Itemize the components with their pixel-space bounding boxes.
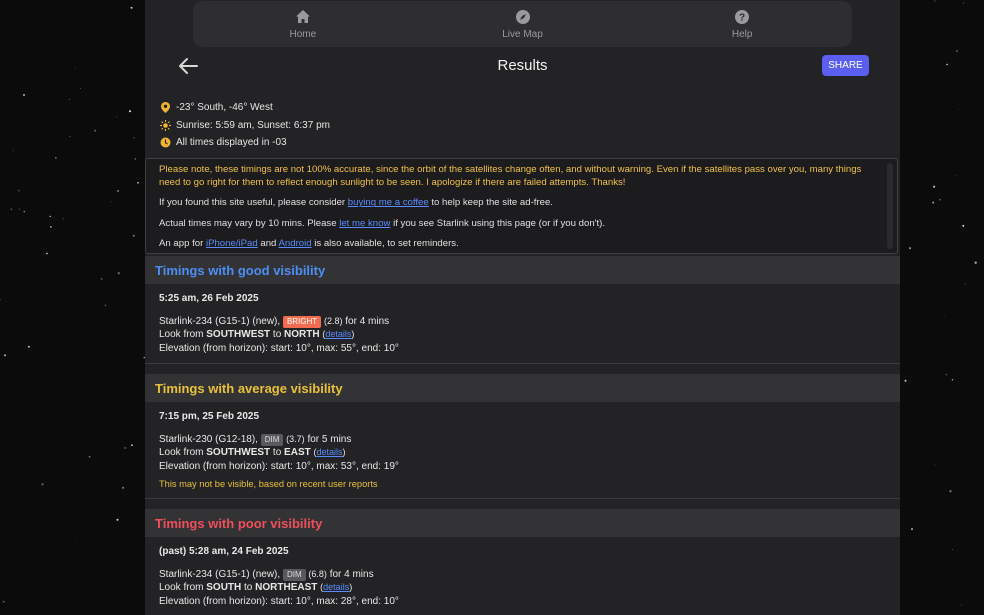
coffee-post: to help keep the site ad-free. (428, 197, 553, 209)
pass-satellite-line: Starlink-230 (G12-18), DIM (3.7) for 5 m… (159, 433, 399, 447)
duration: for 4 mins (329, 568, 374, 580)
look-from-label: Look from (159, 447, 207, 458)
direction-to: EAST (284, 447, 311, 458)
direction-from: SOUTH (206, 582, 242, 593)
dim-badge: DIM (282, 568, 306, 581)
pass-elevation: Elevation (from horizon): start: 10°, ma… (159, 460, 399, 472)
sun-row: Sunrise: 5:59 am, Sunset: 6:37 pm (160, 117, 330, 135)
timezone-text: All times displayed in -03 (176, 137, 287, 149)
details-link[interactable]: details (325, 329, 351, 339)
duration: for 4 mins (345, 315, 390, 327)
location-text: -23° South, -46° West (176, 102, 273, 114)
app-mid: and (257, 237, 279, 249)
coffee-pre: If you found this site useful, please co… (159, 197, 348, 209)
pass-card-poor: (past) 5:28 am, 24 Feb 2025 Starlink-234… (159, 545, 399, 608)
satellite-name: Starlink-234 (G15-1) (new), (159, 568, 281, 580)
pass-time: (past) 5:28 am, 24 Feb 2025 (159, 546, 289, 557)
section-divider (145, 363, 900, 364)
page-title: Results (497, 57, 548, 74)
nav-home-label: Home (289, 28, 317, 40)
pass-direction-line: Look from SOUTH to NORTHEAST (details) (159, 582, 353, 593)
good-visibility-heading: Timings with good visibility (145, 256, 900, 284)
magnitude: (6.8) (308, 568, 327, 579)
pass-direction-line: Look from SOUTHWEST to NORTH (details) (159, 329, 355, 340)
pass-time: 5:25 am, 26 Feb 2025 (159, 293, 259, 304)
nav-live-map-label: Live Map (502, 28, 543, 40)
to-label: to (270, 329, 285, 340)
nav-live-map[interactable]: Live Map (413, 9, 633, 40)
details-link[interactable]: details (317, 447, 343, 457)
user-report-note: This may not be visible, based on recent… (159, 479, 378, 489)
poor-visibility-heading: Timings with poor visibility (145, 509, 900, 537)
pass-satellite-line: Starlink-234 (G15-1) (new), BRIGHT (2.8)… (159, 315, 399, 329)
app-line: An app for iPhone/iPad and Android is al… (159, 237, 884, 250)
satellite-name: Starlink-234 (G15-1) (new), (159, 315, 281, 327)
pass-satellite-line: Starlink-234 (G15-1) (new), DIM (6.8) fo… (159, 568, 399, 582)
magnitude: (3.7) (286, 433, 305, 444)
average-visibility-heading: Timings with average visibility (145, 374, 900, 402)
compass-icon (515, 9, 530, 24)
timezone-row: All times displayed in -03 (160, 134, 330, 152)
vary-line: Actual times may vary by 10 mins. Please… (159, 217, 884, 230)
accuracy-warning: Please note, these timings are not 100% … (159, 164, 862, 189)
let-me-know-link[interactable]: let me know (339, 218, 390, 229)
location-row: -23° South, -46° West (160, 99, 330, 117)
buy-coffee-link[interactable]: buying me a coffee (348, 197, 429, 208)
duration: for 5 mins (307, 433, 352, 445)
bright-badge: BRIGHT (282, 315, 322, 328)
top-nav: Home Live Map ? Help (193, 1, 852, 47)
vary-pre: Actual times may vary by 10 mins. Please (159, 217, 340, 229)
location-pin-icon (160, 102, 171, 114)
results-page: Home Live Map ? Help Results SHARE -23° … (145, 0, 900, 615)
clock-icon (160, 137, 171, 148)
direction-from: SOUTHWEST (206, 329, 271, 340)
direction-to: NORTH (284, 329, 320, 340)
magnitude: (2.8) (323, 315, 343, 326)
sun-times-text: Sunrise: 5:59 am, Sunset: 6:37 pm (176, 119, 330, 131)
direction-to: NORTHEAST (255, 582, 318, 593)
nav-help[interactable]: ? Help (632, 9, 852, 40)
pass-card-average: 7:15 pm, 25 Feb 2025 Starlink-230 (G12-1… (159, 410, 399, 492)
look-from-label: Look from (159, 329, 207, 340)
android-app-link[interactable]: Android (279, 238, 312, 249)
pass-elevation: Elevation (from horizon): start: 10°, ma… (159, 595, 399, 607)
iphone-app-link[interactable]: iPhone/iPad (206, 238, 258, 249)
help-icon: ? (735, 9, 750, 24)
direction-from: SOUTHWEST (206, 447, 271, 458)
details-link[interactable]: details (323, 582, 349, 592)
nav-home[interactable]: Home (193, 9, 413, 40)
section-divider (145, 498, 900, 499)
to-label: to (241, 582, 256, 593)
share-button[interactable]: SHARE (822, 55, 869, 76)
nav-help-label: Help (731, 28, 753, 40)
app-post: is also available, to set reminders. (311, 237, 459, 249)
notice-scrollbar[interactable] (887, 163, 893, 249)
satellite-name: Starlink-230 (G12-18), (159, 433, 258, 445)
home-icon (295, 9, 310, 23)
pass-direction-line: Look from SOUTHWEST to EAST (details) (159, 447, 346, 458)
location-info: -23° South, -46° West Sunrise: 5:59 am, … (160, 99, 330, 152)
vary-post: if you see Starlink using this page (or … (390, 217, 606, 229)
svg-text:?: ? (739, 12, 745, 23)
disclaimer-notice: Please note, these timings are not 100% … (145, 158, 898, 254)
pass-elevation: Elevation (from horizon): start: 10°, ma… (159, 342, 399, 354)
look-from-label: Look from (159, 582, 207, 593)
app-pre: An app for (159, 237, 206, 249)
pass-card-good: 5:25 am, 26 Feb 2025 Starlink-234 (G15-1… (159, 292, 399, 355)
coffee-line: If you found this site useful, please co… (159, 196, 884, 209)
sun-icon (160, 119, 171, 131)
pass-time: 7:15 pm, 25 Feb 2025 (159, 411, 260, 422)
to-label: to (270, 447, 285, 458)
dim-badge: DIM (260, 433, 284, 446)
